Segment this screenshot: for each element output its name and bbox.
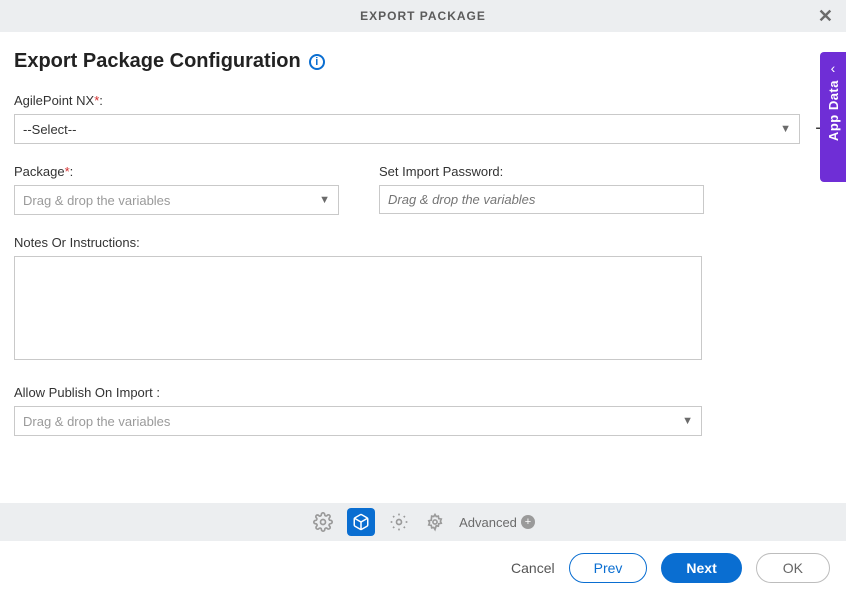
- gear-outline-icon[interactable]: [423, 510, 447, 534]
- agilepoint-select[interactable]: --Select-- ▼: [14, 114, 800, 144]
- publish-label: Allow Publish On Import :: [14, 385, 832, 400]
- info-icon[interactable]: i: [309, 54, 325, 70]
- side-tab-label: App Data: [826, 80, 841, 141]
- publish-select[interactable]: Drag & drop the variables ▼: [14, 406, 702, 436]
- content-area: Export Package Configuration i AgilePoin…: [0, 32, 846, 436]
- title-row: Export Package Configuration i: [14, 50, 832, 73]
- publish-placeholder: Drag & drop the variables: [23, 414, 170, 429]
- gear-icon[interactable]: [311, 510, 335, 534]
- notes-textarea[interactable]: [14, 256, 702, 360]
- caret-down-icon: ▼: [780, 123, 791, 135]
- button-row: Cancel Prev Next OK: [511, 553, 830, 583]
- package-placeholder: Drag & drop the variables: [23, 193, 170, 208]
- next-button[interactable]: Next: [661, 553, 741, 583]
- two-column-row: Package*: Drag & drop the variables ▼ Se…: [14, 164, 832, 215]
- ok-button[interactable]: OK: [756, 553, 830, 583]
- package-select[interactable]: Drag & drop the variables ▼: [14, 185, 339, 215]
- package-column: Package*: Drag & drop the variables ▼: [14, 164, 339, 215]
- footer-toolbar: Advanced +: [0, 503, 846, 541]
- agilepoint-select-value: --Select--: [23, 122, 76, 137]
- agilepoint-row: --Select-- ▼ +: [14, 114, 832, 144]
- dialog-header: EXPORT PACKAGE ✕: [0, 0, 846, 32]
- plus-circle-icon: +: [521, 515, 535, 529]
- caret-down-icon: ▼: [682, 415, 693, 427]
- caret-down-icon: ▼: [319, 194, 330, 206]
- agilepoint-label: AgilePoint NX*:: [14, 93, 832, 108]
- gear-small-icon[interactable]: [387, 510, 411, 534]
- notes-label: Notes Or Instructions:: [14, 235, 832, 250]
- cancel-button[interactable]: Cancel: [511, 560, 555, 576]
- package-icon[interactable]: [347, 508, 375, 536]
- page-title: Export Package Configuration: [14, 50, 301, 73]
- prev-button[interactable]: Prev: [569, 553, 648, 583]
- password-input[interactable]: [379, 185, 704, 214]
- app-data-side-tab[interactable]: ‹ App Data: [820, 52, 846, 182]
- password-column: Set Import Password:: [379, 164, 704, 215]
- password-label: Set Import Password:: [379, 164, 704, 179]
- close-icon[interactable]: ✕: [818, 6, 834, 27]
- chevron-left-icon: ‹: [831, 60, 836, 76]
- dialog-title: EXPORT PACKAGE: [360, 9, 486, 23]
- advanced-link[interactable]: Advanced +: [459, 515, 535, 530]
- advanced-label: Advanced: [459, 515, 517, 530]
- package-label: Package*:: [14, 164, 339, 179]
